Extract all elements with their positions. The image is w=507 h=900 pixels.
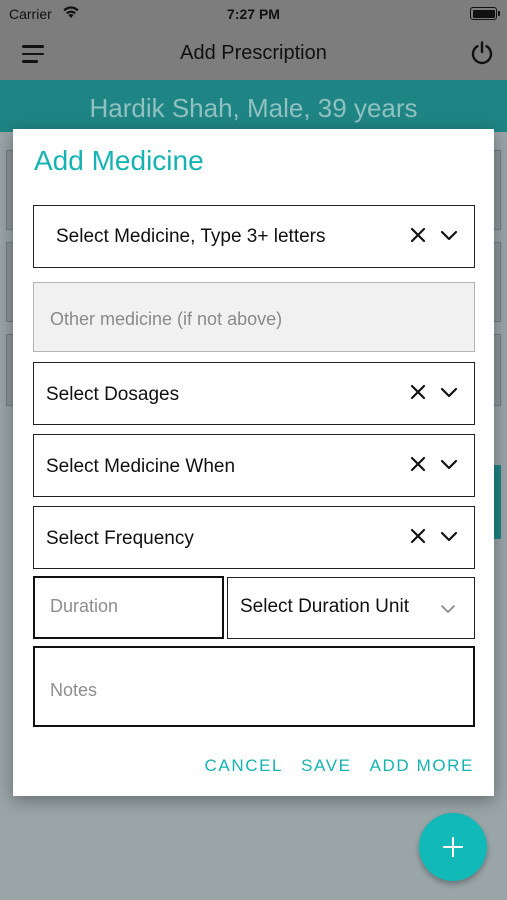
- save-button[interactable]: SAVE: [301, 756, 352, 775]
- dosages-select[interactable]: Select Dosages: [33, 362, 475, 425]
- dosages-select-label: Select Dosages: [46, 384, 180, 405]
- page-title: Add Prescription: [180, 42, 327, 64]
- battery-icon: [470, 7, 500, 20]
- notes-input[interactable]: Notes: [33, 646, 475, 727]
- patient-banner: Hardik Shah, Male, 39 years: [0, 80, 507, 132]
- chevron-down-icon[interactable]: [440, 531, 458, 542]
- cancel-button[interactable]: CANCEL: [205, 756, 284, 775]
- chevron-down-icon[interactable]: [440, 230, 458, 241]
- medicine-select-label: Select Medicine, Type 3+ letters: [56, 226, 326, 247]
- notes-placeholder: Notes: [50, 680, 98, 700]
- frequency-select[interactable]: Select Frequency: [33, 506, 475, 569]
- nav-bar: Add Prescription: [0, 28, 507, 80]
- other-medicine-placeholder: Other medicine (if not above): [50, 309, 283, 329]
- add-medicine-dialog: Add Medicine Select Medicine, Type 3+ le…: [13, 129, 494, 796]
- dialog-actions: CANCEL SAVE ADD MORE: [187, 756, 475, 776]
- clear-icon[interactable]: [410, 456, 426, 472]
- add-more-button[interactable]: ADD MORE: [370, 756, 474, 775]
- medicine-when-select-label: Select Medicine When: [46, 456, 236, 477]
- power-icon[interactable]: [469, 40, 495, 66]
- duration-placeholder: Duration: [50, 596, 119, 616]
- medicine-select[interactable]: Select Medicine, Type 3+ letters: [33, 205, 475, 268]
- duration-unit-select-label: Select Duration Unit: [240, 596, 409, 617]
- chevron-down-icon[interactable]: [440, 387, 458, 398]
- clear-icon[interactable]: [410, 528, 426, 544]
- duration-input[interactable]: Duration: [33, 576, 224, 639]
- chevron-down-icon[interactable]: [440, 459, 458, 470]
- clear-icon[interactable]: [410, 384, 426, 400]
- clock: 7:27 PM: [227, 6, 280, 22]
- chevron-down-icon[interactable]: [440, 604, 456, 614]
- clear-icon[interactable]: [410, 227, 426, 243]
- duration-unit-select[interactable]: Select Duration Unit: [227, 577, 475, 639]
- dialog-title: Add Medicine: [34, 145, 204, 176]
- medicine-when-select[interactable]: Select Medicine When: [33, 434, 475, 497]
- frequency-select-label: Select Frequency: [46, 528, 194, 549]
- add-fab-button[interactable]: [419, 813, 487, 881]
- patient-info: Hardik Shah, Male, 39 years: [89, 93, 418, 123]
- other-medicine-input[interactable]: Other medicine (if not above): [33, 282, 475, 352]
- status-bar: Carrier 7:27 PM: [0, 0, 507, 28]
